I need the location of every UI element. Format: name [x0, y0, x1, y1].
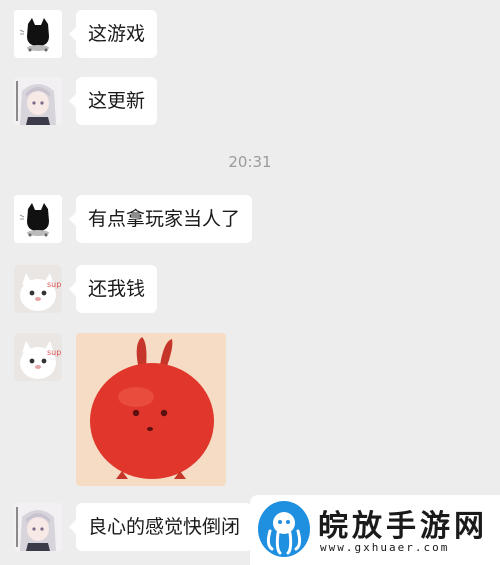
message-text: 还我钱: [88, 278, 146, 300]
cat-face-icon: sup: [14, 333, 62, 381]
message-row: 这更新: [14, 77, 158, 125]
anime-girl-avatar[interactable]: [14, 77, 62, 125]
black-cat-avatar[interactable]: [14, 195, 62, 243]
message-bubble[interactable]: 还我钱: [68, 265, 158, 313]
black-cat-icon: [14, 10, 62, 58]
message-row: 这游戏: [14, 10, 158, 58]
anime-girl-avatar[interactable]: [14, 503, 62, 551]
cat-sticker-avatar[interactable]: sup: [14, 333, 62, 381]
message-bubble[interactable]: 有点拿玩家当人了: [68, 195, 253, 243]
message-text: 这更新: [88, 90, 146, 112]
message-row: 有点拿玩家当人了: [14, 195, 253, 243]
message-bubble[interactable]: 这游戏: [68, 10, 158, 58]
anime-girl-icon: [14, 77, 62, 125]
message-text: 这游戏: [88, 23, 146, 45]
anime-girl-icon: [14, 503, 62, 551]
avatar-text: sup: [47, 280, 61, 289]
octopus-logo-icon: [258, 501, 310, 557]
red-bunny-sticker[interactable]: [76, 333, 226, 486]
black-cat-icon: [14, 195, 62, 243]
message-text: 良心的感觉快倒闭: [88, 516, 241, 538]
message-text: 有点拿玩家当人了: [88, 208, 241, 230]
message-bubble[interactable]: 良心的感觉快倒闭: [68, 503, 253, 551]
cat-sticker-avatar[interactable]: sup: [14, 265, 62, 313]
red-bunny-icon: [76, 333, 226, 486]
watermark-title: 皖放手游网: [318, 509, 488, 544]
message-row: 良心的感觉快倒闭: [14, 503, 253, 551]
message-row: sup 还我钱: [14, 265, 158, 313]
black-cat-avatar[interactable]: [14, 10, 62, 58]
watermark-url: www.gxhuaer.com: [320, 541, 450, 554]
site-watermark: 皖放手游网 www.gxhuaer.com: [250, 495, 500, 565]
timestamp: 20:31: [228, 153, 272, 171]
avatar-text: sup: [47, 348, 61, 357]
cat-face-icon: sup: [14, 265, 62, 313]
message-bubble[interactable]: 这更新: [68, 77, 158, 125]
message-row: sup: [14, 333, 226, 486]
